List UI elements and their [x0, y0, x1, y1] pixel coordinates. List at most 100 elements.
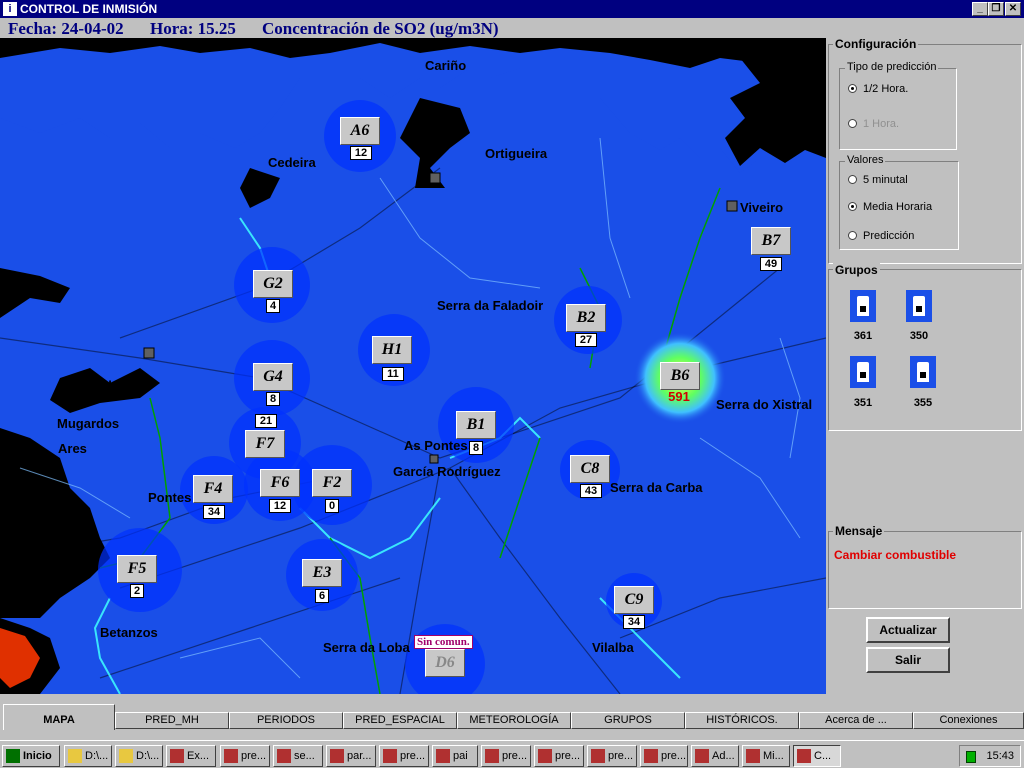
- station-f2-value: 0: [325, 499, 339, 513]
- place-label: Mugardos: [57, 416, 120, 431]
- place-label: Betanzos: [100, 625, 158, 640]
- salir-button[interactable]: Salir: [866, 647, 950, 673]
- concentration-label: Concentración de SO2 (ug/m3N): [262, 19, 499, 38]
- station-g2-value: 4: [266, 299, 280, 313]
- taskbar-item[interactable]: pre...: [220, 745, 270, 767]
- station-f7[interactable]: F7: [245, 430, 285, 458]
- taskbar-item[interactable]: pre...: [640, 745, 688, 767]
- close-button[interactable]: ✕: [1005, 2, 1021, 16]
- station-c8[interactable]: C8: [570, 455, 610, 483]
- station-f7-value: 21: [255, 414, 277, 428]
- station-b6-value: 591: [668, 389, 690, 404]
- place-label: As Pontes: [404, 438, 468, 453]
- station-g4[interactable]: G4: [253, 363, 293, 391]
- station-g4-value: 8: [266, 392, 280, 406]
- config-title: Configuración: [833, 37, 919, 51]
- app-icon: [591, 749, 605, 763]
- radio-dot-icon: [848, 201, 857, 211]
- station-b2[interactable]: B2: [566, 304, 606, 332]
- place-label: Ares: [58, 441, 87, 456]
- station-b2-value: 27: [575, 333, 597, 347]
- taskbar-item[interactable]: Mi...: [742, 745, 790, 767]
- tab-periodos[interactable]: PERIODOS: [229, 712, 343, 729]
- station-f2[interactable]: F2: [312, 469, 352, 497]
- taskbar-item[interactable]: pre...: [534, 745, 584, 767]
- taskbar-item[interactable]: pre...: [481, 745, 531, 767]
- tab-bar: MAPA PRED_MH PERIODOS PRED_ESPACIAL METE…: [0, 694, 1024, 730]
- power-plant-icon[interactable]: [850, 356, 876, 388]
- place-label: Serra da Loba: [323, 640, 410, 655]
- radio-media-hora[interactable]: 1/2 Hora.: [848, 83, 908, 95]
- folder-icon: [119, 749, 133, 763]
- app-icon: [277, 749, 291, 763]
- power-plant-icon[interactable]: [910, 356, 936, 388]
- station-f4[interactable]: F4: [193, 475, 233, 503]
- folder-icon: [68, 749, 82, 763]
- right-panel: Configuración Tipo de predicción 1/2 Hor…: [826, 37, 1024, 694]
- station-h1-value: 11: [382, 367, 404, 381]
- radio-prediccion[interactable]: Predicción: [848, 230, 914, 242]
- tab-meteorologia[interactable]: METEOROLOGÍA: [457, 712, 571, 729]
- station-c9[interactable]: C9: [614, 586, 654, 614]
- tab-pred-espacial[interactable]: PRED_ESPACIAL: [343, 712, 457, 729]
- info-bar: Fecha: 24-04-02 Hora: 15.25 Concentració…: [0, 18, 1024, 38]
- power-plant-icon[interactable]: [850, 290, 876, 322]
- start-button[interactable]: Inicio: [2, 745, 60, 767]
- station-h1[interactable]: H1: [372, 336, 412, 364]
- power-plant-icon[interactable]: [906, 290, 932, 322]
- app-icon: i: [3, 2, 17, 16]
- grupos-title: Grupos: [833, 263, 880, 277]
- time-label: Hora: 15.25: [150, 19, 236, 38]
- maximize-button[interactable]: ❐: [988, 2, 1004, 16]
- tab-acerca-de[interactable]: Acerca de ...: [799, 712, 913, 729]
- mensaje-text: Cambiar combustible: [834, 548, 957, 562]
- station-b7[interactable]: B7: [751, 227, 791, 255]
- place-label: Serra da Carba: [610, 480, 703, 495]
- tab-historicos[interactable]: HISTÓRICOS.: [685, 712, 799, 729]
- station-b6[interactable]: B6: [660, 362, 700, 390]
- place-label: Serra da Faladoir: [437, 298, 544, 313]
- app-icon: [224, 749, 238, 763]
- app-icon: [538, 749, 552, 763]
- valores-title: Valores: [845, 154, 886, 166]
- tab-mapa[interactable]: MAPA: [3, 704, 115, 730]
- taskbar-item[interactable]: se...: [273, 745, 323, 767]
- station-a6[interactable]: A6: [340, 117, 380, 145]
- radio-media-horaria[interactable]: Media Horaria: [848, 201, 932, 213]
- title-bar: i CONTROL DE INMISIÓN _ ❐ ✕: [0, 0, 1024, 18]
- tab-conexiones[interactable]: Conexiones: [913, 712, 1024, 729]
- minimize-button[interactable]: _: [972, 2, 988, 16]
- taskbar: Inicio D:\... D:\... Ex... pre... se... …: [0, 740, 1024, 768]
- taskbar-item[interactable]: pai: [432, 745, 478, 767]
- app-icon: [644, 749, 658, 763]
- station-e3[interactable]: E3: [302, 559, 342, 587]
- taskbar-item[interactable]: pre...: [587, 745, 637, 767]
- taskbar-item[interactable]: Ad...: [691, 745, 739, 767]
- station-f5[interactable]: F5: [117, 555, 157, 583]
- taskbar-item-active[interactable]: C...: [793, 745, 841, 767]
- station-b7-value: 49: [760, 257, 782, 271]
- station-f6-value: 12: [269, 499, 291, 513]
- station-g2[interactable]: G2: [253, 270, 293, 298]
- taskbar-item[interactable]: D:\...: [64, 745, 112, 767]
- grupo-label: 351: [853, 397, 873, 409]
- taskbar-item[interactable]: par...: [326, 745, 376, 767]
- taskbar-item[interactable]: D:\...: [115, 745, 163, 767]
- tab-grupos[interactable]: GRUPOS: [571, 712, 685, 729]
- taskbar-item[interactable]: pre...: [379, 745, 429, 767]
- app-icon: [330, 749, 344, 763]
- station-f6[interactable]: F6: [260, 469, 300, 497]
- tipo-prediccion-group: [839, 68, 957, 150]
- place-label: Serra do Xistral: [716, 397, 813, 412]
- station-b1[interactable]: B1: [456, 411, 496, 439]
- admin-icon: [695, 749, 709, 763]
- place-label: Cariño: [425, 58, 467, 73]
- radio-5-minutal[interactable]: 5 minutal: [848, 174, 908, 186]
- taskbar-item[interactable]: Ex...: [166, 745, 216, 767]
- tab-pred-mh[interactable]: PRED_MH: [115, 712, 229, 729]
- so2-map[interactable]: Cariño Cedeira Ortigueira Viveiro Serra …: [0, 38, 826, 694]
- actualizar-button[interactable]: Actualizar: [866, 617, 950, 643]
- radio-una-hora[interactable]: 1 Hora.: [848, 118, 899, 130]
- station-d6[interactable]: D6: [425, 649, 465, 677]
- network-icon[interactable]: [966, 751, 976, 763]
